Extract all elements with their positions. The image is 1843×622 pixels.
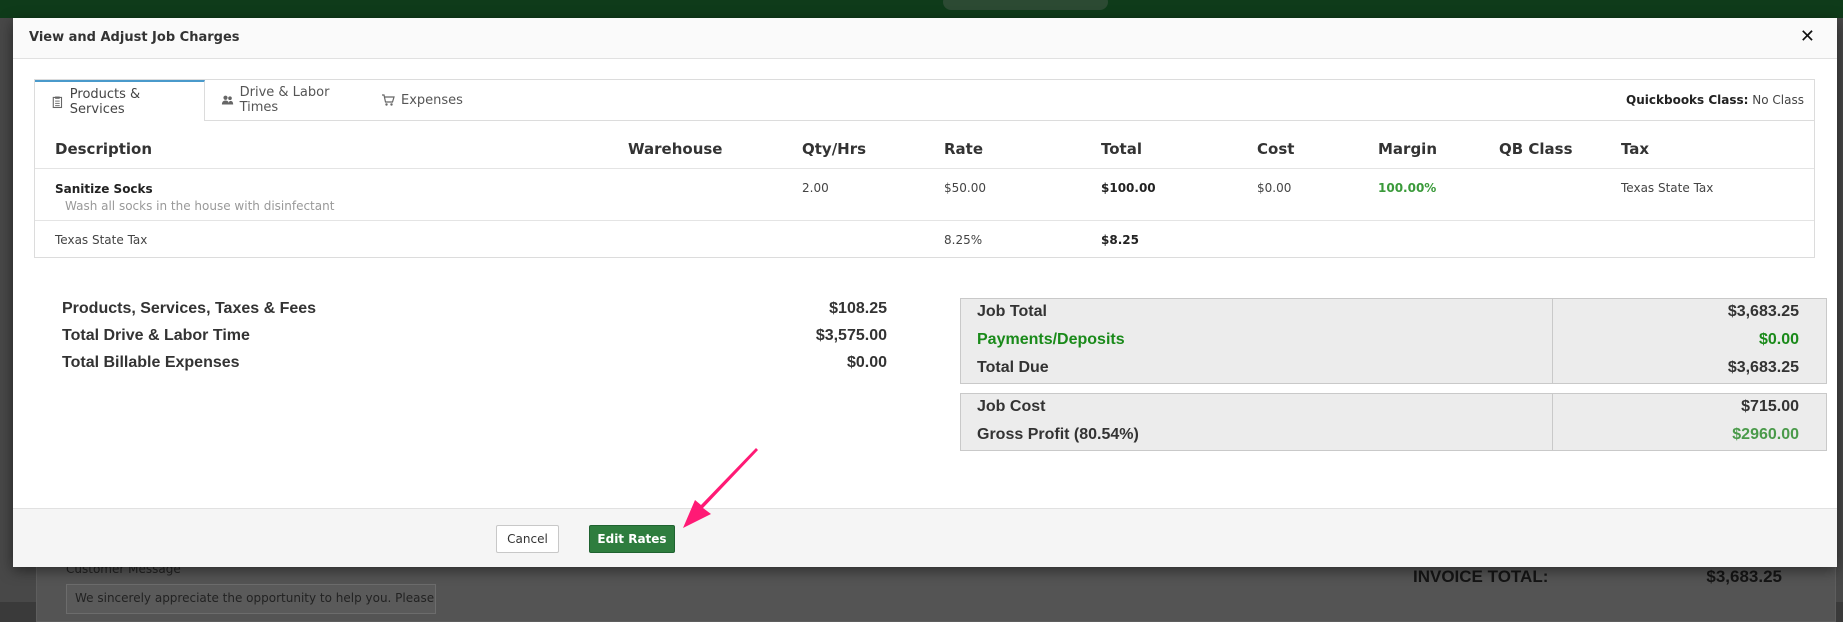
tab-drive-labor-times[interactable]: Drive & Labor Times [205,80,375,120]
tab-label: Expenses [401,92,463,108]
column-header-warehouse: Warehouse [628,140,723,158]
column-header-margin: Margin [1378,140,1438,158]
tab-products-services[interactable]: Products & Services [35,80,205,121]
box-divider [1552,394,1553,450]
customer-message-field: We sincerely appreciate the opportunity … [66,584,436,614]
modal-header: View and Adjust Job Charges ✕ [13,18,1837,59]
summary-drive-labor-label: Total Drive & Labor Time [62,327,250,344]
quickbooks-class: Quickbooks Class: No Class [1626,93,1804,107]
close-icon[interactable]: ✕ [1800,26,1815,47]
box-divider [1552,299,1553,383]
item-cost: $0.00 [1257,181,1292,195]
job-totals-box: Job Total $3,683.25 Payments/Deposits $0… [960,298,1827,384]
column-header-rate: Rate [944,140,984,158]
item-tax: Texas State Tax [1621,181,1714,195]
column-header-cost: Cost [1257,140,1295,158]
job-total-value: $3,683.25 [1727,303,1799,320]
table-divider [35,220,1814,221]
job-cost-box: Job Cost $715.00 Gross Profit (80.54%) $… [960,393,1827,451]
background-top-bar [0,0,1843,18]
users-icon [221,95,234,105]
charges-tab-panel: Products & Services Drive & Labor Times … [34,79,1815,258]
annotation-arrow-icon [683,448,758,528]
tab-bar: Products & Services Drive & Labor Times … [35,80,1814,121]
column-header-qb-class: QB Class [1499,140,1573,158]
total-due-label: Total Due [977,359,1049,376]
summary-expenses-label: Total Billable Expenses [62,354,240,371]
job-total-label: Job Total [977,303,1047,320]
item-qty: 2.00 [802,181,829,195]
modal-title: View and Adjust Job Charges [29,30,240,45]
summary-expenses-value: $0.00 [846,354,887,371]
table-divider [35,168,1814,169]
column-header-tax: Tax [1621,140,1650,158]
modal-footer: Cancel Edit Rates [13,508,1837,567]
tax-row-name: Texas State Tax [55,233,148,247]
summary-products-value: $108.25 [829,300,887,317]
tab-label: Drive & Labor Times [239,85,330,115]
item-total: $100.00 [1101,181,1156,195]
clipboard-icon [52,96,63,108]
tab-label: Products & Services [69,86,141,117]
invoice-total-value: $3,683.25 [1706,567,1782,586]
edit-rates-button[interactable]: Edit Rates [589,525,675,553]
job-cost-value: $715.00 [1741,398,1799,415]
quickbooks-class-label: Quickbooks Class: [1626,93,1749,107]
column-header-qty-hrs: Qty/Hrs [802,140,867,158]
item-description: Wash all socks in the house with disinfe… [65,199,335,213]
gross-profit-label: Gross Profit (80.54%) [977,426,1139,443]
invoice-total-label: INVOICE TOTAL: [1413,567,1549,586]
total-due-value: $3,683.25 [1727,359,1799,376]
column-header-total: Total [1101,140,1142,158]
payments-deposits-value: $0.00 [1758,331,1799,348]
column-header-description: Description [55,140,153,158]
cancel-button[interactable]: Cancel [496,525,559,553]
payments-deposits-label: Payments/Deposits [977,331,1125,348]
job-charges-modal: View and Adjust Job Charges ✕ Products &… [13,18,1837,567]
background-search-pill [943,0,1108,10]
summary-products-label: Products, Services, Taxes & Fees [62,300,317,317]
tab-expenses[interactable]: Expenses [365,80,485,120]
summary-drive-labor-value: $3,575.00 [815,327,887,344]
item-name: Sanitize Socks [55,182,153,196]
item-margin: 100.00% [1378,181,1437,195]
gross-profit-value: $2960.00 [1732,426,1799,443]
tax-row-total: $8.25 [1101,233,1139,247]
tax-row-rate: 8.25% [944,233,983,247]
item-rate: $50.00 [944,181,986,195]
job-cost-label: Job Cost [977,398,1046,415]
quickbooks-class-value: No Class [1752,93,1804,107]
cart-icon [382,94,395,106]
